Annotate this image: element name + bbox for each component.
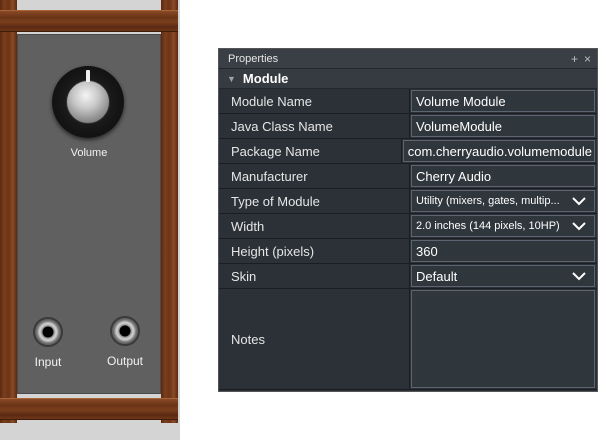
property-row-notes: Notes (219, 289, 597, 390)
property-row-manufacturer: Manufacturer Cherry Audio (219, 164, 597, 189)
property-key: Type of Module (219, 189, 410, 213)
section-label: Module (242, 71, 289, 86)
notes-textarea[interactable] (411, 290, 595, 388)
property-key: Module Name (219, 89, 410, 113)
panel-titlebar: Properties + × (219, 49, 597, 69)
property-row-type-of-module: Type of Module Utility (mixers, gates, m… (219, 189, 597, 214)
property-key: Manufacturer (219, 164, 410, 188)
knob-pointer (86, 70, 90, 82)
property-key: Java Class Name (219, 114, 410, 138)
property-key: Width (219, 214, 410, 238)
wood-top (0, 10, 178, 32)
width-dropdown[interactable]: 2.0 inches (144 pixels, 10HP) (411, 215, 595, 237)
property-key: Skin (219, 264, 410, 288)
module-preview: Volume Input Output (0, 0, 178, 423)
wood-side-left (0, 0, 17, 423)
add-icon[interactable]: + (571, 52, 578, 66)
volume-knob[interactable] (52, 66, 124, 138)
type-of-module-dropdown[interactable]: Utility (mixers, gates, multip... (411, 190, 595, 212)
input-jack[interactable] (33, 317, 63, 347)
input-jack-label: Input (34, 355, 62, 369)
property-key: Package Name (219, 139, 402, 163)
wood-bottom (0, 398, 178, 420)
package-name-field[interactable]: com.cherryaudio.volumemodule (402, 140, 595, 162)
property-row-java-class-name: Java Class Name VolumeModule (219, 114, 597, 139)
properties-panel: Properties + × ▼ Module Module Name Volu… (218, 48, 598, 392)
close-icon[interactable]: × (584, 52, 591, 66)
wood-side-right (161, 0, 178, 423)
property-row-height: Height (pixels) 360 (219, 239, 597, 264)
chevron-down-icon (572, 197, 586, 206)
panel-title: Properties (228, 52, 279, 65)
skin-dropdown[interactable]: Default (411, 265, 595, 287)
java-class-name-field[interactable]: VolumeModule (411, 115, 595, 137)
collapse-triangle-icon[interactable]: ▼ (227, 74, 236, 84)
knob-cap (66, 80, 110, 124)
property-row-module-name: Module Name Volume Module (219, 89, 597, 114)
manufacturer-field[interactable]: Cherry Audio (411, 165, 595, 187)
module-preview-area: Volume Input Output (0, 0, 180, 440)
chevron-down-icon (572, 222, 586, 231)
volume-knob-label: Volume (70, 147, 108, 159)
section-header-module[interactable]: ▼ Module (219, 69, 597, 89)
output-jack[interactable] (110, 316, 140, 346)
property-key: Height (pixels) (219, 239, 410, 263)
module-name-field[interactable]: Volume Module (411, 90, 595, 112)
property-row-width: Width 2.0 inches (144 pixels, 10HP) (219, 214, 597, 239)
property-row-skin: Skin Default (219, 264, 597, 289)
height-field[interactable]: 360 (411, 240, 595, 262)
chevron-down-icon (572, 272, 586, 281)
property-key: Notes (219, 289, 410, 389)
output-jack-label: Output (106, 354, 144, 368)
property-row-package-name: Package Name com.cherryaudio.volumemodul… (219, 139, 597, 164)
